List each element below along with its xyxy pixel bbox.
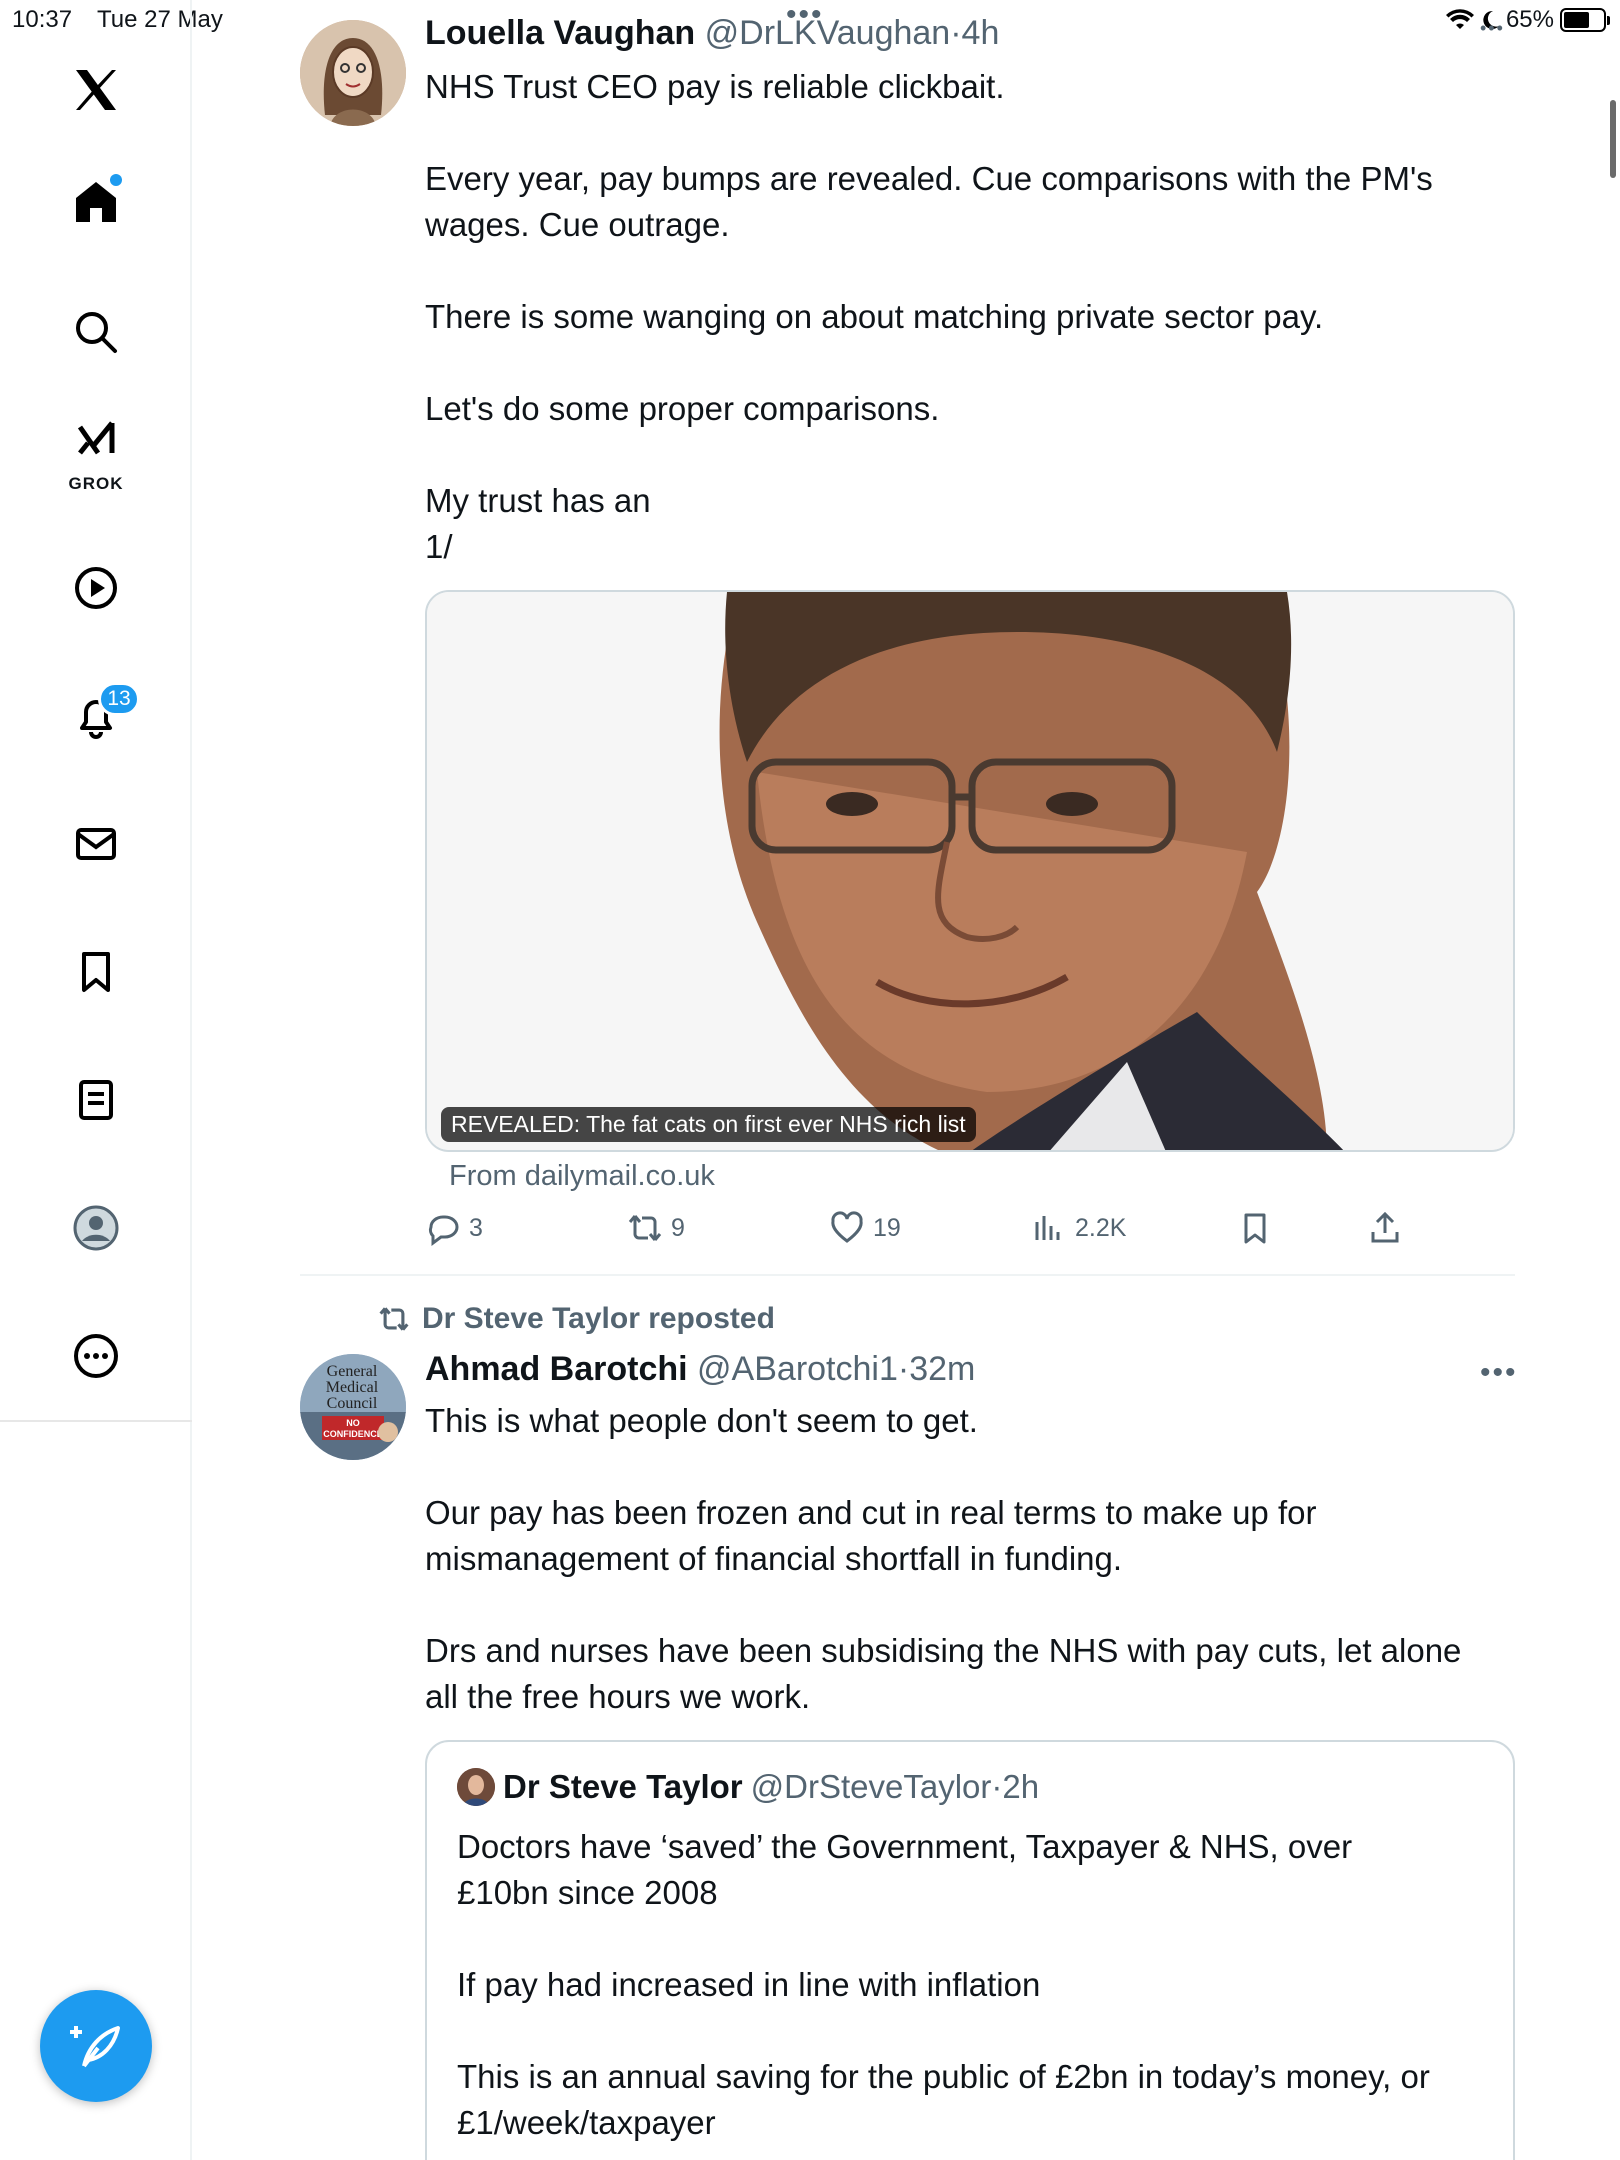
author-handle[interactable]: @ABarotchi1 xyxy=(697,1350,898,1388)
sidebar: GROK 13 xyxy=(0,0,192,2160)
sidebar-divider xyxy=(0,1420,192,1422)
battery-percent: 65% xyxy=(1505,6,1554,33)
gmc-text-4: NO xyxy=(346,1418,360,1428)
post-actions: 3 9 19 2.2K xyxy=(425,1210,1515,1260)
link-card[interactable]: REVEALED: The fat cats on first ever NHS… xyxy=(425,590,1515,1152)
author-handle[interactable]: @DrLKVaughan xyxy=(705,14,951,52)
author-name[interactable]: Ahmad Barotchi xyxy=(425,1350,688,1388)
sidebar-item-grok[interactable]: GROK xyxy=(60,416,132,493)
reply-count: 3 xyxy=(469,1213,483,1242)
list-icon xyxy=(79,1080,113,1120)
x-logo[interactable] xyxy=(60,54,132,126)
quoted-author-name[interactable]: Dr Steve Taylor xyxy=(503,1768,743,1806)
wifi-icon xyxy=(1445,9,1474,30)
separator: · xyxy=(897,1350,910,1388)
post-text: NHS Trust CEO pay is reliable clickbait.… xyxy=(425,68,1433,565)
sidebar-item-explore[interactable] xyxy=(60,296,132,368)
gmc-text-5: CONFIDENCE xyxy=(323,1429,383,1439)
bookmark-icon xyxy=(82,952,110,992)
search-icon xyxy=(76,312,117,353)
heart-icon xyxy=(831,1211,863,1243)
post-more-button[interactable]: ••• xyxy=(1480,1356,1518,1390)
repost-context[interactable]: Dr Steve Taylor reposted xyxy=(378,1302,775,1336)
article-photo xyxy=(427,592,1513,1150)
sidebar-item-notifications[interactable]: 13 xyxy=(60,680,140,752)
compose-icon xyxy=(70,2026,120,2068)
battery-fill xyxy=(1564,12,1589,28)
reply-icon xyxy=(428,1215,459,1246)
author-name[interactable]: Louella Vaughan xyxy=(425,14,695,52)
status-right: 65% xyxy=(1445,6,1610,34)
bookmark-button[interactable] xyxy=(1237,1210,1273,1246)
home-notification-dot xyxy=(110,174,122,186)
sidebar-item-videos[interactable] xyxy=(60,552,132,624)
avatar[interactable]: General Medical Council NO CONFIDENCE xyxy=(300,1354,406,1460)
sidebar-item-more[interactable] xyxy=(60,1320,132,1392)
like-button[interactable]: 19 xyxy=(829,1210,901,1246)
avatar-gmc-icon: General Medical Council NO CONFIDENCE xyxy=(300,1354,406,1460)
post-time[interactable]: 32m xyxy=(909,1350,975,1388)
avatar-icon xyxy=(73,1205,119,1251)
window-dots[interactable]: ••• xyxy=(1480,18,1505,39)
more-icon xyxy=(74,1334,118,1378)
like-count: 19 xyxy=(873,1213,901,1242)
post-text: This is what people don't seem to get. O… xyxy=(425,1402,1462,1715)
sidebar-item-messages[interactable] xyxy=(60,808,132,880)
scrollbar[interactable] xyxy=(1610,100,1616,178)
repost-label: Dr Steve Taylor reposted xyxy=(422,1302,775,1335)
battery-icon xyxy=(1560,8,1610,32)
sidebar-item-home[interactable] xyxy=(60,166,132,238)
sidebar-item-bookmarks[interactable] xyxy=(60,936,132,1008)
post-divider xyxy=(300,1274,1515,1276)
views-count: 2.2K xyxy=(1075,1213,1127,1242)
avatar-portrait-icon xyxy=(300,20,406,126)
share-icon xyxy=(1371,1211,1399,1243)
compose-button[interactable] xyxy=(40,1990,152,2102)
gmc-text-1: General xyxy=(327,1363,378,1380)
gmc-text-2: Medical xyxy=(326,1379,379,1396)
grok-label: GROK xyxy=(68,474,124,493)
quoted-post-time[interactable]: 2h xyxy=(1002,1768,1039,1805)
post-time[interactable]: 4h xyxy=(962,14,1000,52)
reply-button[interactable]: 3 xyxy=(425,1210,483,1246)
views-icon xyxy=(1035,1216,1060,1240)
post-header: Ahmad Barotchi @ABarotchi1·32m xyxy=(425,1350,975,1389)
repost-icon xyxy=(379,1307,409,1331)
repost-icon xyxy=(628,1215,662,1241)
mail-icon xyxy=(76,828,116,860)
avatar-portrait-icon xyxy=(457,1768,495,1806)
x-logo-icon xyxy=(76,70,116,110)
quoted-post[interactable]: Dr Steve Taylor @DrSteveTaylor·2h Doctor… xyxy=(425,1740,1515,2160)
link-card-caption: REVEALED: The fat cats on first ever NHS… xyxy=(441,1107,976,1142)
link-card-source[interactable]: From dailymail.co.uk xyxy=(449,1160,715,1193)
repost-count: 9 xyxy=(671,1213,685,1242)
quoted-post-text: Doctors have ‘saved’ the Government, Tax… xyxy=(457,1828,1430,2141)
post-header: Louella Vaughan @DrLKVaughan·4h xyxy=(425,14,999,53)
quoted-post-header: Dr Steve Taylor @DrSteveTaylor·2h xyxy=(457,1768,1039,1806)
avatar[interactable] xyxy=(457,1768,495,1806)
bookmark-icon xyxy=(1244,1213,1266,1244)
repost-button[interactable]: 9 xyxy=(627,1210,685,1246)
avatar[interactable] xyxy=(300,20,406,126)
sidebar-item-lists[interactable] xyxy=(60,1064,132,1136)
gmc-text-3: Council xyxy=(327,1395,378,1412)
notifications-badge: 13 xyxy=(98,682,140,716)
sidebar-item-profile[interactable] xyxy=(60,1192,132,1264)
views-button[interactable]: 2.2K xyxy=(1031,1210,1126,1246)
quoted-author-handle[interactable]: @DrSteveTaylor xyxy=(751,1768,992,1805)
play-icon xyxy=(75,567,117,609)
separator: · xyxy=(950,14,962,52)
separator: · xyxy=(991,1768,1003,1805)
share-button[interactable] xyxy=(1367,1210,1403,1246)
grok-icon xyxy=(77,421,115,455)
